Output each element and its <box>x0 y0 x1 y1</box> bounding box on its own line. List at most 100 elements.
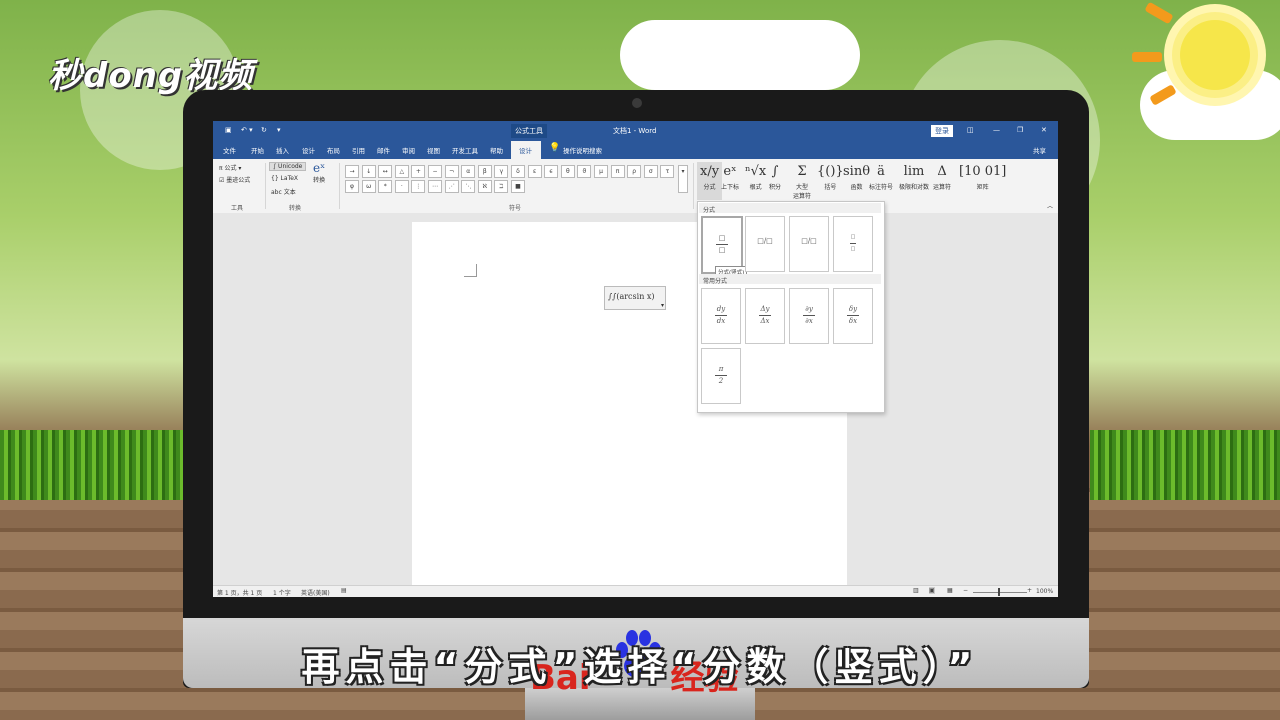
convert-button[interactable]: eˣ 转换 <box>313 161 325 184</box>
menu-design[interactable]: 设计 <box>302 145 315 155</box>
equation-options-icon[interactable]: ▾ <box>661 302 664 309</box>
symbol-button[interactable]: ω <box>361 180 376 193</box>
menu-developer[interactable]: 开发工具 <box>452 145 478 155</box>
common-fraction-option[interactable]: ∂y ∂x <box>789 288 829 344</box>
structure-button[interactable]: x/y 分式 <box>697 162 723 200</box>
menu-help[interactable]: 帮助 <box>490 145 503 155</box>
structure-button[interactable]: lim 极限和对数 <box>899 162 929 191</box>
symbol-button[interactable]: ⋱ <box>461 180 476 193</box>
zoom-level[interactable]: 100% <box>1036 588 1053 595</box>
unicode-option[interactable]: ∫ Unicode <box>269 162 307 171</box>
symbols-group-label: 符号 <box>509 205 522 212</box>
structure-button[interactable]: [10 01] 矩阵 <box>959 162 1006 191</box>
structure-button[interactable]: ä 标注符号 <box>869 162 893 191</box>
fraction-small-option[interactable]: □ □ <box>833 216 873 272</box>
undo-icon[interactable]: ↶ ▾ <box>241 126 253 134</box>
redo-icon[interactable]: ↻ <box>261 126 267 134</box>
menu-review[interactable]: 审阅 <box>402 145 415 155</box>
symbol-button[interactable]: ℶ <box>494 180 509 193</box>
common-fraction-option[interactable]: δy δx <box>833 288 873 344</box>
restore-icon[interactable]: ❐ <box>1017 126 1023 134</box>
fraction-linear-option[interactable]: □/□ <box>789 216 829 272</box>
menu-references[interactable]: 引用 <box>352 145 365 155</box>
symbol-button[interactable]: ↔ <box>378 165 393 178</box>
menu-home[interactable]: 开始 <box>251 145 264 155</box>
tell-me-search[interactable]: 操作说明搜索 <box>563 145 602 155</box>
structure-button[interactable]: Σ 大型 运算符 <box>793 162 811 200</box>
tab-equation-design[interactable]: 设计 <box>519 145 532 155</box>
zoom-slider[interactable] <box>973 592 1027 593</box>
symbol-button[interactable]: σ <box>643 165 658 178</box>
symbols-more-icon[interactable]: ▾ <box>678 165 688 193</box>
page-count[interactable]: 第 1 页，共 1 页 <box>217 588 262 597</box>
fraction-stacked-option[interactable]: □ □ 分式(竖式) <box>701 216 748 278</box>
symbol-button[interactable]: δ <box>511 165 525 178</box>
symbol-button[interactable]: * <box>378 180 393 193</box>
macro-icon[interactable]: ▤ <box>341 587 347 594</box>
menu-file[interactable]: 文件 <box>223 145 236 155</box>
word-count[interactable]: 1 个字 <box>273 588 291 597</box>
symbol-button[interactable]: ¬ <box>444 165 459 178</box>
text-option[interactable]: abc 文本 <box>271 187 296 196</box>
structure-glyph: {()} <box>817 164 844 179</box>
symbol-button[interactable]: ϵ <box>544 165 559 178</box>
structure-button[interactable]: Δ 运算符 <box>933 162 951 191</box>
symbol-button[interactable]: ⋰ <box>444 180 459 193</box>
symbol-button[interactable]: γ <box>494 165 509 178</box>
structure-button[interactable]: {()} 括号 <box>817 162 844 191</box>
structure-button[interactable]: eˣ 上下标 <box>721 162 739 191</box>
language[interactable]: 英语(美国) <box>301 588 330 597</box>
structure-button[interactable]: ⁿ√x 根式 <box>745 162 766 191</box>
structure-button[interactable]: ∫ 积分 <box>769 162 781 191</box>
symbol-button[interactable]: △ <box>394 165 409 178</box>
menu-mailings[interactable]: 邮件 <box>377 145 390 155</box>
symbol-button[interactable]: ↓ <box>361 165 376 178</box>
common-fraction-option[interactable]: Δy Δx <box>745 288 785 344</box>
symbol-button[interactable]: ε <box>527 165 542 178</box>
symbol-button[interactable]: → <box>345 165 359 178</box>
web-layout-icon[interactable]: ▦ <box>947 587 953 594</box>
symbol-button[interactable]: θ <box>560 165 575 178</box>
symbol-button[interactable]: ⋮ <box>411 180 426 193</box>
symbol-button[interactable]: ⋯ <box>428 180 442 193</box>
equation-button[interactable]: π 公式 ▾ <box>219 163 241 172</box>
symbol-button[interactable]: · <box>394 180 409 193</box>
zoom-in-icon[interactable]: + <box>1027 587 1032 594</box>
read-mode-icon[interactable]: ▥ <box>913 587 919 594</box>
print-layout-icon[interactable]: ▣ <box>929 587 935 594</box>
symbol-button[interactable]: ■ <box>511 180 525 193</box>
fraction-skewed-option[interactable]: □/□ <box>745 216 785 272</box>
minimize-icon[interactable]: — <box>993 126 1000 134</box>
margin-mark <box>464 264 477 277</box>
symbol-button[interactable]: φ <box>345 180 359 193</box>
sun-graphic <box>1180 20 1250 90</box>
customize-icon[interactable]: ▾ <box>277 126 281 134</box>
menu-insert[interactable]: 插入 <box>276 145 289 155</box>
login-button[interactable]: 登录 <box>931 125 953 137</box>
symbol-button[interactable]: ϑ <box>577 165 592 178</box>
symbol-button[interactable]: μ <box>594 165 608 178</box>
zoom-thumb[interactable] <box>998 588 1000 596</box>
common-fraction-option[interactable]: π2 <box>701 348 741 404</box>
menu-view[interactable]: 视图 <box>427 145 440 155</box>
menu-layout[interactable]: 布局 <box>327 145 340 155</box>
share-button[interactable]: 共享 <box>1033 145 1046 155</box>
save-icon[interactable]: ▣ <box>225 126 232 134</box>
symbol-button[interactable]: α <box>461 165 476 178</box>
common-fraction-option[interactable]: dy dx <box>701 288 741 344</box>
close-icon[interactable]: ✕ <box>1041 126 1047 134</box>
symbol-button[interactable]: ρ <box>627 165 642 178</box>
collapse-ribbon-icon[interactable]: ︿ <box>1047 201 1053 210</box>
symbol-button[interactable]: + <box>411 165 426 178</box>
symbol-button[interactable]: ℵ <box>477 180 492 193</box>
latex-option[interactable]: {} LaTeX <box>271 175 298 182</box>
zoom-out-icon[interactable]: − <box>963 587 968 594</box>
equation-box[interactable]: ∫∫(arcsin x) ▾ <box>604 286 666 310</box>
symbol-button[interactable]: − <box>428 165 442 178</box>
symbol-button[interactable]: β <box>477 165 492 178</box>
ink-equation-checkbox[interactable]: ☑ 墨迹公式 <box>219 175 250 184</box>
structure-button[interactable]: sinθ 函数 <box>843 162 870 191</box>
ribbon-display-icon[interactable]: ◫ <box>967 126 974 134</box>
symbol-button[interactable]: τ <box>660 165 675 178</box>
symbol-button[interactable]: π <box>610 165 625 178</box>
